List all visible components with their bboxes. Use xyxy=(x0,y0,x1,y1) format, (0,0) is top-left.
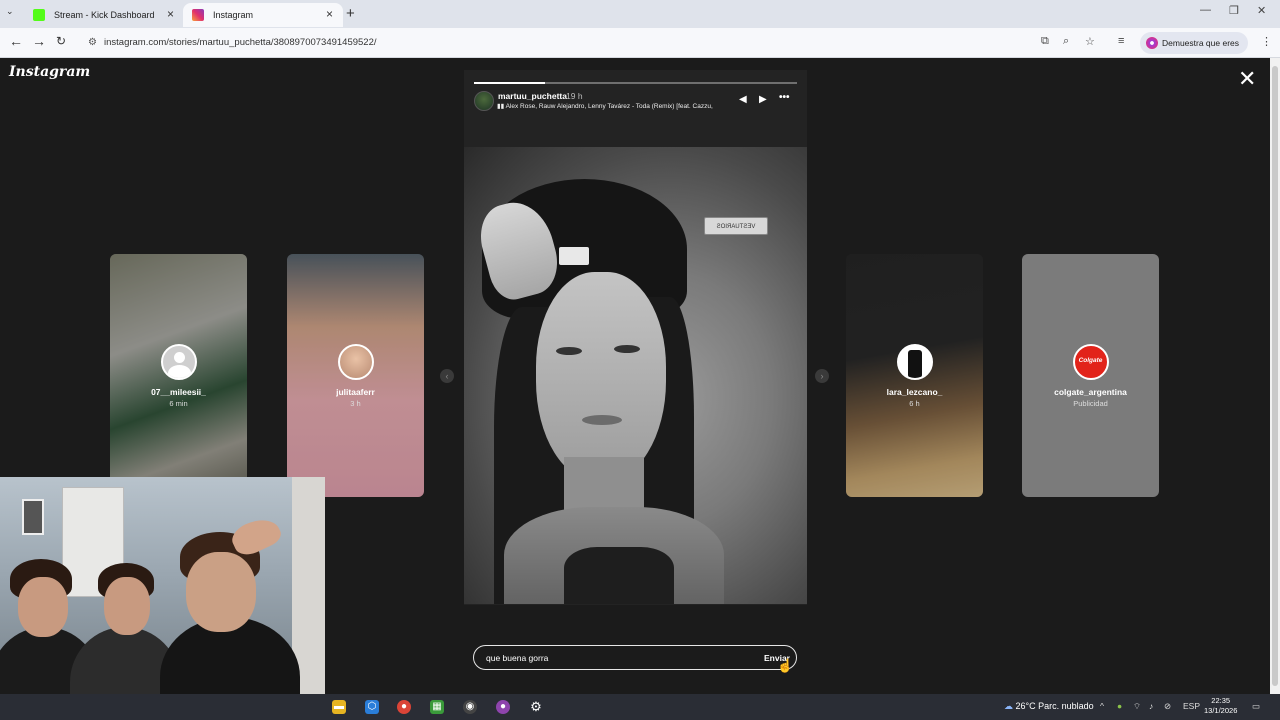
side-story-07-mileesii[interactable]: 07__mileesii_ 6 min xyxy=(110,254,247,497)
network-icon[interactable]: ⌔ xyxy=(1133,701,1141,712)
story-author-avatar[interactable] xyxy=(474,91,494,111)
cloud-sun-icon: ☁ xyxy=(1004,701,1016,711)
url-text: instagram.com/stories/martuu_puchetta/38… xyxy=(104,37,377,48)
story-author-username[interactable]: martuu_puchetta xyxy=(498,91,567,101)
tray-chevron-icon[interactable]: ^ xyxy=(1100,701,1104,711)
story-progress-bar xyxy=(474,82,797,84)
side-story-time: 3 h xyxy=(350,399,361,408)
minimize-icon[interactable]: — xyxy=(1200,4,1211,16)
side-story-time: 6 min xyxy=(169,399,188,408)
app-icon[interactable]: ▦ xyxy=(430,700,444,714)
avatar xyxy=(337,344,374,380)
music-note-icon: ▮▮ xyxy=(497,103,506,110)
story-timestamp: 19 h xyxy=(566,91,583,101)
mute-icon[interactable]: ◀︎ xyxy=(739,94,747,105)
bookmark-star-icon[interactable]: ☆ xyxy=(1085,35,1095,48)
pointer-cursor-icon: ☝ xyxy=(777,658,794,673)
chrome-profile-icon[interactable]: ● xyxy=(496,700,510,714)
previous-story-chevron-icon[interactable]: ‹ xyxy=(440,369,454,383)
tab-title: Stream - Kick Dashboard xyxy=(54,10,155,20)
obs-icon[interactable]: ◉ xyxy=(463,700,477,714)
menu-kebab-icon[interactable]: ⋮ xyxy=(1261,35,1272,48)
settings-gear-icon[interactable]: ⚙ xyxy=(529,700,543,714)
side-story-username: lara_lezcano_ xyxy=(886,387,943,397)
reading-list-icon[interactable]: ≡ xyxy=(1118,35,1124,47)
side-story-time: 6 h xyxy=(909,399,920,408)
tab-kick-dashboard[interactable]: Stream - Kick Dashboard × xyxy=(24,3,184,27)
page-scrollbar[interactable] xyxy=(1270,58,1280,694)
side-story-username: colgate_argentina xyxy=(1054,387,1127,397)
language-indicator[interactable]: ESP xyxy=(1183,701,1200,711)
forward-icon[interactable]: → xyxy=(32,33,46,49)
webcam-overlay xyxy=(0,477,325,720)
more-options-icon[interactable]: ••• xyxy=(779,92,790,103)
weather-widget[interactable]: ☁ 26°C Parc. nublado xyxy=(1004,701,1094,712)
system-clock[interactable]: 22:35 13/1/2026 xyxy=(1204,696,1237,716)
new-tab-button[interactable]: + xyxy=(346,5,355,22)
tray-app-icon[interactable]: ● xyxy=(1117,701,1122,711)
story-music-label[interactable]: ▮▮ Alex Rose, Rauw Alejandro, Lenny Tavá… xyxy=(497,102,733,110)
side-story-julitaaferr[interactable]: julitaaferr 3 h xyxy=(287,254,424,497)
chrome-icon[interactable]: ● xyxy=(397,700,411,714)
wifi-off-icon[interactable]: ⊘ xyxy=(1164,701,1171,712)
close-tab-icon[interactable]: × xyxy=(167,7,174,21)
kick-icon xyxy=(33,9,45,21)
colgate-logo: Colgate xyxy=(1072,344,1109,380)
tab-instagram[interactable]: Instagram × xyxy=(183,3,343,27)
volume-icon[interactable]: ♪ xyxy=(1149,701,1153,711)
restore-icon[interactable]: ❐ xyxy=(1229,4,1239,17)
wall-poster xyxy=(22,499,44,535)
side-story-lara-lezcano[interactable]: lara_lezcano_ 6 h xyxy=(846,254,983,497)
file-explorer-icon[interactable]: ▬ xyxy=(332,700,346,714)
notifications-icon[interactable]: ▭ xyxy=(1252,701,1260,712)
install-app-icon[interactable]: ⧉ xyxy=(1041,35,1049,48)
play-icon[interactable]: ▶ xyxy=(759,94,767,105)
sponsored-label: Publicidad xyxy=(1073,399,1108,408)
window-close-icon[interactable]: ✕ xyxy=(1257,4,1266,17)
instagram-logo[interactable]: Instagram xyxy=(9,64,90,80)
close-tab-icon[interactable]: × xyxy=(326,7,333,21)
browser-toolbar: ← → ↻ ⚙ instagram.com/stories/martuu_puc… xyxy=(0,28,1280,70)
profile-avatar xyxy=(1146,37,1158,49)
avatar xyxy=(896,344,933,380)
store-icon[interactable]: ⬡ xyxy=(365,700,379,714)
story-sticker: VESTUARIOS xyxy=(704,217,768,235)
avatar xyxy=(160,344,197,380)
back-icon[interactable]: ← xyxy=(9,33,23,49)
tab-title: Instagram xyxy=(213,10,254,20)
address-bar[interactable]: ⚙ instagram.com/stories/martuu_puchetta/… xyxy=(80,31,1110,55)
side-story-colgate-argentina[interactable]: Colgate colgate_argentina Publicidad xyxy=(1022,254,1159,497)
side-story-username: 07__mileesii_ xyxy=(151,387,206,397)
reply-input-value[interactable]: que buena gorra xyxy=(486,653,548,663)
tab-search-chevron-icon[interactable]: ⌄ xyxy=(6,6,14,17)
tab-strip: ⌄ Stream - Kick Dashboard × Instagram × … xyxy=(0,0,1280,28)
next-story-chevron-icon[interactable]: › xyxy=(815,369,829,383)
instagram-icon xyxy=(192,9,204,21)
zoom-icon[interactable]: ⌕ xyxy=(1063,35,1069,48)
reload-icon[interactable]: ↻ xyxy=(56,34,66,48)
side-story-username: julitaaferr xyxy=(336,387,375,397)
site-info-icon[interactable]: ⚙ xyxy=(88,31,97,55)
profile-chip[interactable]: Demuestra que eres tú xyxy=(1140,32,1248,70)
close-icon[interactable]: ✕ xyxy=(1238,68,1256,90)
story-photo xyxy=(464,147,807,604)
